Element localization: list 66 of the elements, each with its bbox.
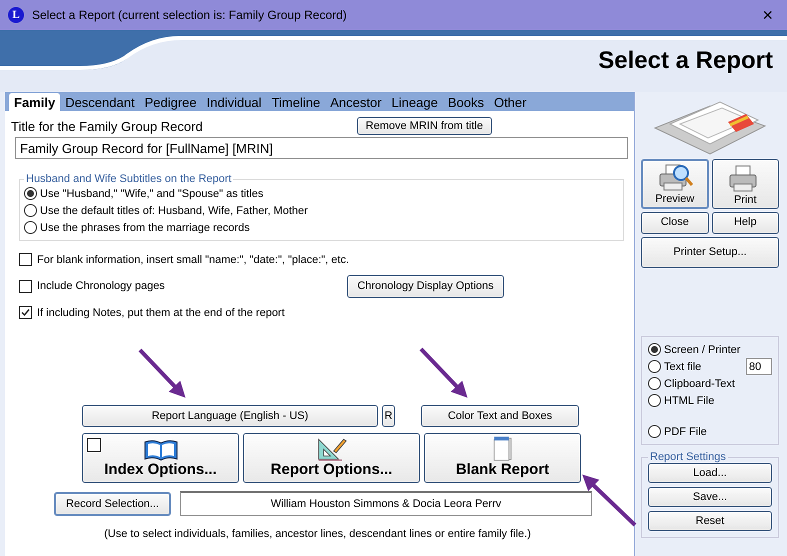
window-title: Select a Report (current selection is: Family Group Record) — [32, 8, 348, 22]
radio-label: HTML File — [664, 394, 714, 406]
report-tab[interactable]: Family — [9, 93, 60, 111]
print-button[interactable]: Print — [712, 159, 779, 209]
close-button[interactable]: × — [756, 4, 779, 26]
printer-magnifier-icon — [656, 163, 693, 193]
report-tab[interactable]: Lineage — [386, 93, 443, 111]
group-legend: Husband and Wife Subtitles on the Report — [24, 173, 234, 185]
radio-button[interactable] — [24, 204, 37, 217]
checkbox-label: Include Chronology pages — [37, 280, 166, 292]
report-tab[interactable]: Ancestor — [325, 93, 387, 111]
field-label: Title for the Family Group Record — [11, 118, 203, 134]
radio-label: Use the default titles of: Husband, Wife, Father, Mother — [40, 204, 308, 216]
preview-button[interactable]: Preview — [641, 159, 708, 209]
app-logo: L — [8, 7, 24, 23]
checkbox[interactable] — [19, 306, 32, 319]
radio-button[interactable] — [648, 425, 661, 438]
radio-button[interactable] — [648, 377, 661, 390]
settings-button[interactable]: Reset — [648, 511, 772, 531]
checkbox[interactable] — [87, 438, 101, 452]
radio-button[interactable] — [648, 360, 661, 373]
checkbox-label: For blank information, insert small "name:", "date:", "place:", etc. — [37, 254, 350, 266]
radio-label: Use "Husband," "Wife," and "Spouse" as titles — [40, 188, 264, 200]
radio-label: Screen / Printer — [664, 344, 740, 356]
close-dialog-button[interactable]: Close — [641, 212, 708, 234]
report-tab[interactable]: Books — [442, 93, 489, 111]
report-action-button[interactable]: Index Options... — [82, 433, 239, 483]
checkbox[interactable] — [19, 253, 32, 266]
annotation-arrow — [138, 348, 186, 398]
radio-label: Clipboard-Text — [664, 378, 735, 390]
report-tab[interactable]: Timeline — [266, 93, 326, 111]
group-legend: Report Settings — [648, 451, 728, 463]
record-selection-note: (Use to select individuals, families, ancestor lines, descendant lines or entire family file.) — [103, 528, 532, 540]
settings-button[interactable]: Load... — [648, 463, 772, 483]
radio-button[interactable] — [648, 343, 661, 356]
report-tab[interactable]: Descendant — [60, 93, 140, 111]
remove-mrin-button[interactable]: Remove MRIN from title — [356, 117, 492, 135]
page-heading: Select a Report — [598, 47, 773, 75]
radio-label: Use the phrases from the marriage records — [40, 222, 250, 234]
book-icon — [144, 439, 178, 461]
radio-label: PDF File — [664, 426, 707, 438]
report-action-button[interactable]: Blank Report — [424, 433, 581, 483]
annotation-arrow — [582, 474, 636, 526]
color-text-boxes-button[interactable]: Color Text and Boxes — [421, 405, 579, 427]
checkbox-label: If including Notes, put them at the end of the report — [37, 306, 285, 318]
help-button[interactable]: Help — [712, 212, 779, 234]
settings-button[interactable]: Save... — [648, 487, 772, 507]
radio-button[interactable] — [24, 221, 37, 234]
report-tab[interactable]: Other — [488, 93, 532, 111]
record-field[interactable]: William Houston Simmons & Docia Leora Perrv — [180, 491, 592, 516]
radio-label: Text file — [664, 360, 702, 372]
radio-button[interactable] — [24, 187, 37, 200]
checkbox[interactable] — [19, 280, 32, 292]
report-tab[interactable]: Pedigree — [140, 93, 202, 111]
annotation-arrow — [420, 348, 468, 398]
radio-button[interactable] — [648, 394, 661, 407]
reset-language-button[interactable]: R — [382, 405, 395, 427]
check-icon — [21, 308, 30, 317]
report-action-button[interactable]: Report Options... — [243, 433, 420, 483]
chronology-options-button[interactable]: Chronology Display Options — [347, 274, 504, 298]
printer-setup-button[interactable]: Printer Setup... — [641, 237, 779, 268]
text-width-field[interactable]: 80 — [746, 358, 772, 375]
title-field[interactable]: Family Group Record for [FullName] [MRIN] — [15, 137, 628, 159]
report-tab[interactable]: Individual — [202, 93, 267, 111]
record-selection-button[interactable]: Record Selection... — [54, 492, 171, 516]
report-language-button[interactable]: Report Language (English - US) — [82, 405, 378, 427]
